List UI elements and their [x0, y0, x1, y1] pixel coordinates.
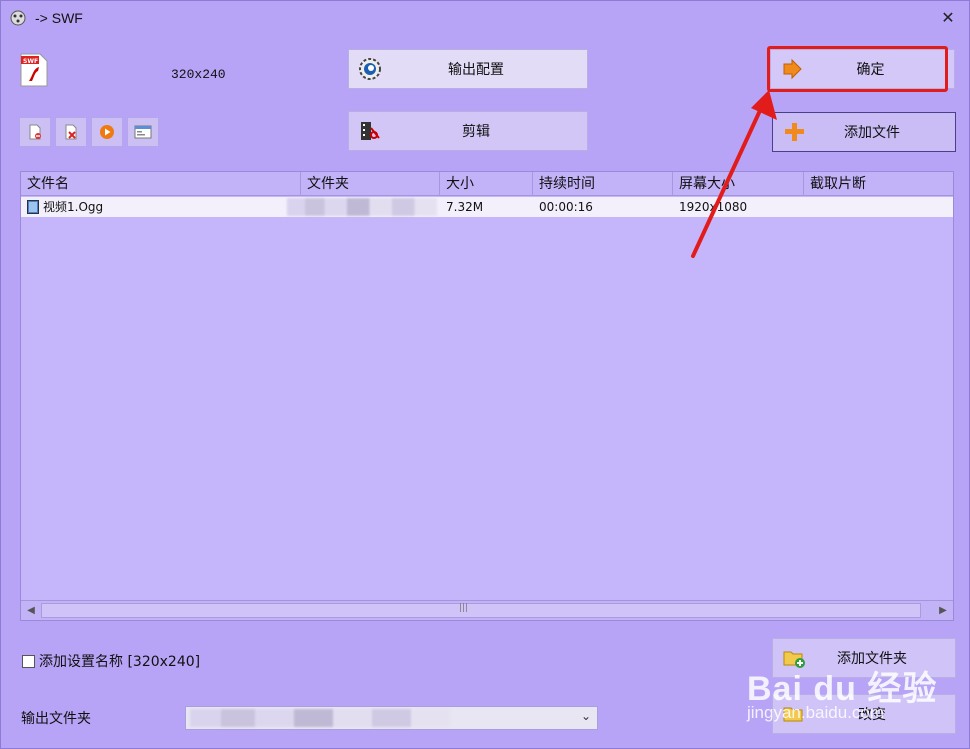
arrow-right-icon: [777, 54, 807, 84]
add-setting-name-label: 添加设置名称 [320x240]: [39, 654, 201, 670]
output-folder-select[interactable]: ⌄: [185, 706, 598, 730]
chevron-down-icon[interactable]: ⌄: [581, 709, 591, 723]
file-list[interactable]: 文件名 文件夹 大小 持续时间 屏幕大小 截取片断 视频1.Ogg 7.32M …: [20, 171, 954, 621]
title-bar: -> SWF ✕: [1, 1, 969, 37]
file-size: 7.32M: [446, 200, 484, 214]
remove-file-button[interactable]: [19, 117, 51, 147]
list-toolbar: [19, 117, 159, 147]
swf-converter-window: -> SWF ✕ SWF 320x240 输出配置 剪辑 确定 添加文件 文件名…: [0, 0, 970, 749]
column-header-clip[interactable]: 截取片断: [804, 172, 953, 196]
scroll-grip-icon: |||: [459, 603, 469, 613]
horizontal-scrollbar[interactable]: ◀ ||| ▶: [21, 600, 953, 620]
column-header-name[interactable]: 文件名: [21, 172, 301, 196]
output-resolution: 320x240: [171, 67, 226, 82]
ok-label: 确定: [856, 62, 885, 78]
change-folder-button[interactable]: 改变: [772, 694, 956, 734]
info-card-icon: [134, 125, 152, 139]
edit-button[interactable]: 剪辑: [348, 111, 588, 151]
scroll-right-icon[interactable]: ▶: [933, 601, 953, 620]
info-button[interactable]: [127, 117, 159, 147]
delete-icon: [65, 124, 77, 140]
close-icon[interactable]: ✕: [939, 9, 957, 27]
file-duration: 00:00:16: [539, 200, 593, 214]
swf-file-icon: SWF: [19, 53, 49, 87]
play-button[interactable]: [91, 117, 123, 147]
window-title: -> SWF: [35, 10, 83, 26]
add-setting-name-checkbox[interactable]: [22, 654, 35, 668]
column-header-folder[interactable]: 文件夹: [301, 172, 440, 196]
output-config-label: 输出配置: [448, 62, 504, 78]
column-header-screen-size[interactable]: 屏幕大小: [673, 172, 804, 196]
table-row[interactable]: 视频1.Ogg 7.32M 00:00:16 1920x1080: [21, 197, 953, 217]
output-config-button[interactable]: 输出配置: [348, 49, 588, 89]
plus-icon: [779, 117, 809, 147]
folder-add-icon: [779, 643, 809, 673]
add-file-button[interactable]: 添加文件: [772, 112, 956, 152]
svg-text:SWF: SWF: [23, 58, 38, 65]
scrollbar-thumb[interactable]: [41, 603, 921, 618]
column-header-size[interactable]: 大小: [440, 172, 533, 196]
film-cut-icon: [355, 116, 385, 146]
add-folder-button[interactable]: 添加文件夹: [772, 638, 956, 678]
column-header-duration[interactable]: 持续时间: [533, 172, 673, 196]
app-icon: [9, 9, 27, 27]
gear-icon: [355, 54, 385, 84]
file-clip: [804, 197, 953, 217]
add-file-label: 添加文件: [844, 125, 900, 141]
list-header: 文件名 文件夹 大小 持续时间 屏幕大小 截取片断: [21, 172, 953, 196]
folder-icon: [779, 699, 809, 729]
play-icon: [100, 125, 114, 139]
change-folder-label: 改变: [858, 707, 886, 723]
add-setting-name-row: 添加设置名称 [320x240]: [22, 651, 200, 671]
edit-label: 剪辑: [462, 124, 490, 140]
remove-file-icon: [29, 124, 41, 140]
output-folder-label: 输出文件夹: [21, 711, 91, 727]
clear-list-button[interactable]: [55, 117, 87, 147]
add-folder-label: 添加文件夹: [837, 651, 907, 667]
file-name: 视频1.Ogg: [43, 200, 104, 214]
output-path-redacted: [190, 709, 450, 727]
file-screen-size: 1920x1080: [679, 200, 748, 214]
scroll-left-icon[interactable]: ◀: [21, 601, 41, 620]
ok-button[interactable]: 确定: [770, 49, 955, 89]
folder-path-redacted: [287, 198, 437, 216]
